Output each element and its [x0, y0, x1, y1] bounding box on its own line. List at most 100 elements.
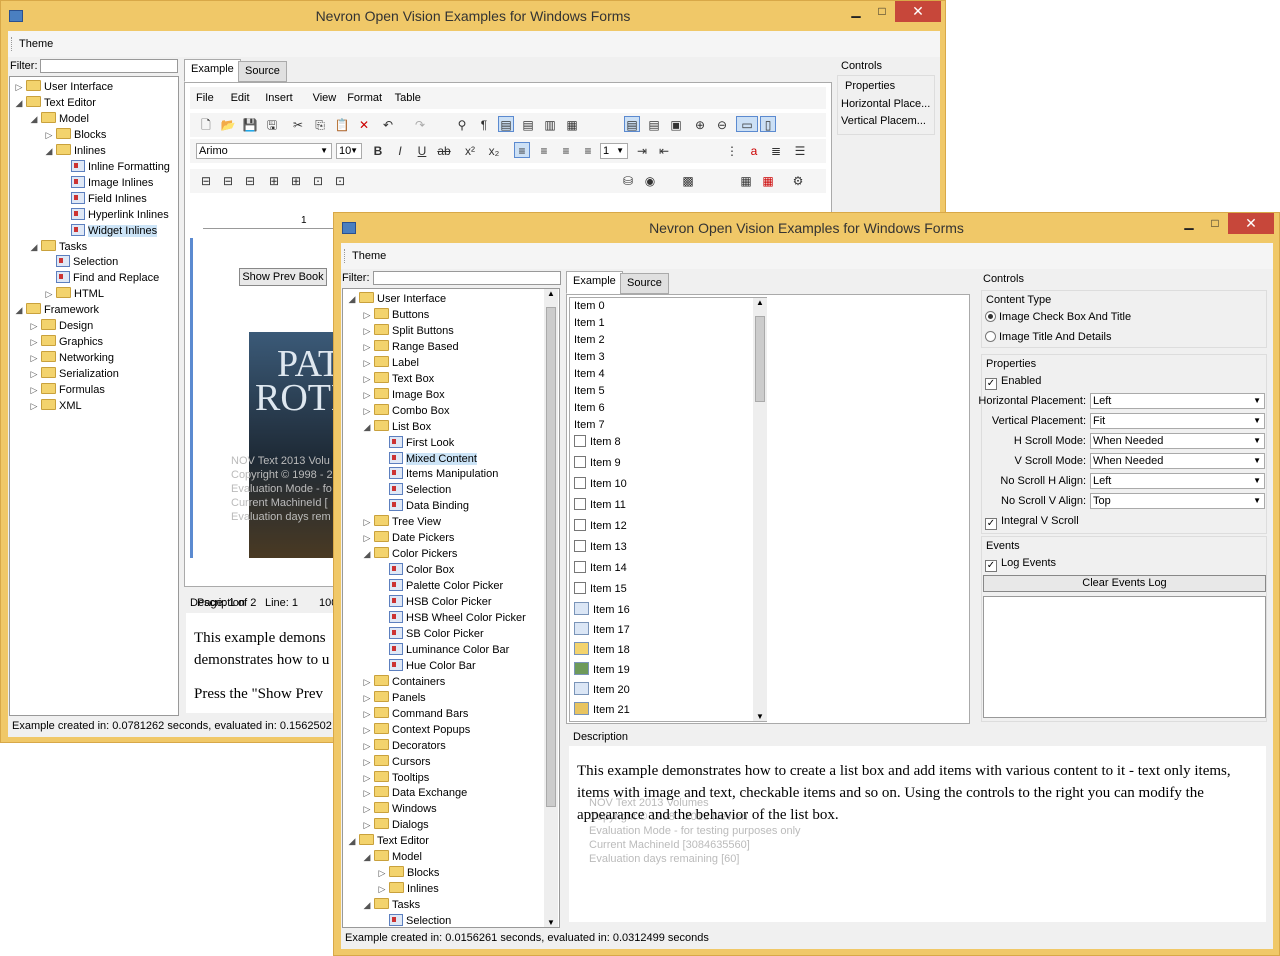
tree-node[interactable]: ▷ Range Based	[362, 339, 459, 355]
expand-icon[interactable]: ▷	[29, 398, 39, 414]
expand-icon[interactable]: ▷	[29, 382, 39, 398]
tree-node[interactable]: Image Inlines	[59, 175, 153, 191]
tree-node[interactable]: ▷ Data Exchange	[362, 785, 467, 801]
new-icon[interactable]: 🗋	[198, 117, 214, 133]
expand-icon[interactable]: ▷	[362, 387, 372, 403]
find-icon[interactable]: ⚲	[454, 117, 470, 133]
tree-node[interactable]: Hue Color Bar	[377, 658, 476, 674]
page-layout-icon[interactable]: ▤	[498, 116, 514, 132]
redo-icon[interactable]: ↷	[412, 117, 428, 133]
tree-node[interactable]: ▷ Inlines	[377, 881, 439, 897]
align-left-icon[interactable]: ≡	[514, 142, 530, 158]
show-prev-book-button[interactable]: Show Prev Book	[239, 268, 327, 286]
list-item[interactable]: Item 14	[574, 560, 627, 577]
tree-node[interactable]: ◢ Model	[362, 849, 422, 865]
expand-icon[interactable]: ▷	[362, 307, 372, 323]
tree-node[interactable]: ◢ Color Pickers	[362, 546, 457, 562]
expand-icon[interactable]: ▷	[362, 674, 372, 690]
events-log-textbox[interactable]	[983, 596, 1266, 718]
expand-icon[interactable]: ▷	[29, 334, 39, 350]
tree-node[interactable]: ◢ Text Editor	[14, 95, 96, 111]
enabled-checkbox[interactable]: ✓ Enabled	[985, 375, 1041, 390]
list-item[interactable]: Item 20	[574, 682, 630, 699]
superscript-icon[interactable]: x²	[462, 143, 478, 159]
tree-node[interactable]: ▷ Windows	[362, 801, 437, 817]
tree-node[interactable]: ▷ Split Buttons	[362, 323, 454, 339]
tree-node[interactable]: ▷ Dialogs	[362, 817, 429, 833]
view-2-icon[interactable]: ▤	[646, 117, 662, 133]
tree-scrollbar[interactable]: ▲ ▼	[544, 289, 558, 927]
expand-icon[interactable]: ▷	[362, 770, 372, 786]
tree-node[interactable]: Mixed Content	[377, 451, 477, 467]
list-box[interactable]: Item 0 Item 1 Item 2 Item 3 Item 4 Item 5 Item…	[569, 297, 767, 722]
property-combo[interactable]: Left	[1090, 473, 1265, 489]
align-center-icon[interactable]: ≡	[536, 143, 552, 159]
prop-horizontal-placement[interactable]: Horizontal Place...	[841, 98, 930, 110]
checkbox-icon[interactable]	[574, 582, 586, 594]
tree-node[interactable]: Widget Inlines	[59, 223, 158, 239]
list-item[interactable]: Item 19	[574, 662, 630, 679]
list-item[interactable]: Item 21	[574, 702, 630, 719]
justify-icon[interactable]: ≡	[580, 143, 596, 159]
expand-icon[interactable]: ▷	[362, 690, 372, 706]
zoom-out-icon[interactable]: ⊖	[714, 117, 730, 133]
collapse-icon[interactable]: ◢	[29, 111, 39, 127]
tree-node[interactable]: Field Inlines	[59, 191, 147, 207]
collapse-icon[interactable]: ◢	[362, 419, 372, 435]
delete-icon[interactable]: ✕	[356, 117, 372, 133]
list-item[interactable]: Item 15	[574, 581, 627, 598]
checkbox-icon[interactable]	[574, 456, 586, 468]
menu-theme[interactable]: Theme	[352, 250, 386, 262]
tree-node[interactable]: ▷ XML	[29, 398, 82, 414]
collapse-icon[interactable]: ◢	[29, 239, 39, 255]
open-icon[interactable]: 📂	[220, 117, 236, 133]
page-icon[interactable]: ▤	[520, 117, 536, 133]
list-item[interactable]: Item 12	[574, 518, 627, 535]
tree-node[interactable]: Selection	[377, 482, 451, 498]
strikethrough-icon[interactable]: ab	[436, 143, 452, 159]
collapse-icon[interactable]: ◢	[347, 833, 357, 849]
filter-input[interactable]	[40, 59, 178, 73]
copy-icon[interactable]: ⎘	[312, 117, 328, 133]
expand-icon[interactable]: ▷	[362, 355, 372, 371]
list-item[interactable]: Item 9	[574, 455, 621, 472]
view-1-icon[interactable]: ▤	[624, 116, 640, 132]
list-item[interactable]: Item 1	[574, 315, 605, 332]
pattern-icon[interactable]: ▩	[680, 173, 696, 189]
tab-source[interactable]: Source	[620, 273, 669, 294]
back-titlebar[interactable]: Nevron Open Vision Examples for Windows …	[1, 1, 945, 31]
table-props-icon[interactable]: ⚙	[790, 173, 806, 189]
tree-node[interactable]: ◢ Framework	[14, 302, 99, 318]
clear-format-icon[interactable]: ≣	[768, 143, 784, 159]
expand-icon[interactable]: ▷	[362, 754, 372, 770]
tree-node[interactable]: ◢ List Box	[362, 419, 431, 435]
font-name-combo[interactable]: Arimo	[196, 143, 332, 159]
checkbox-icon[interactable]	[574, 477, 586, 489]
expand-icon[interactable]: ▷	[377, 881, 387, 897]
paste-icon[interactable]: 📋	[334, 117, 350, 133]
menu-theme[interactable]: Theme	[19, 38, 53, 50]
line-spacing-combo[interactable]: 1	[600, 143, 628, 159]
pilcrow-icon[interactable]: ¶	[476, 117, 492, 133]
scroll-thumb[interactable]	[546, 307, 556, 807]
tree-node[interactable]: Luminance Color Bar	[377, 642, 509, 658]
expand-icon[interactable]: ▷	[362, 323, 372, 339]
tree-node[interactable]: ▷ Command Bars	[362, 706, 468, 722]
tree-node[interactable]: ▷ Networking	[29, 350, 114, 366]
tree-node[interactable]: ▷ Formulas	[29, 382, 105, 398]
tree-node[interactable]: ◢ Tasks	[29, 239, 87, 255]
table-icon[interactable]: ▦	[738, 173, 754, 189]
list-item[interactable]: Item 4	[574, 366, 605, 383]
save-icon[interactable]: 💾	[242, 117, 258, 133]
toolbar-grip[interactable]	[344, 249, 346, 263]
examples-tree[interactable]: ◢ User Interface ▷ Buttons ▷ Split Buttons ▷ Ra…	[342, 288, 560, 928]
tree-node[interactable]: Selection	[377, 913, 451, 927]
fill-icon[interactable]: ⛁	[620, 173, 636, 189]
list-item[interactable]: Item 3	[574, 349, 605, 366]
expand-icon[interactable]: ▷	[29, 318, 39, 334]
underline-icon[interactable]: U	[414, 143, 430, 159]
tree-node[interactable]: Inline Formatting	[59, 159, 170, 175]
minimize-button[interactable]: ▁	[843, 1, 869, 22]
tree-node[interactable]: HSB Color Picker	[377, 594, 492, 610]
tree-node[interactable]: ▷ Image Box	[362, 387, 445, 403]
